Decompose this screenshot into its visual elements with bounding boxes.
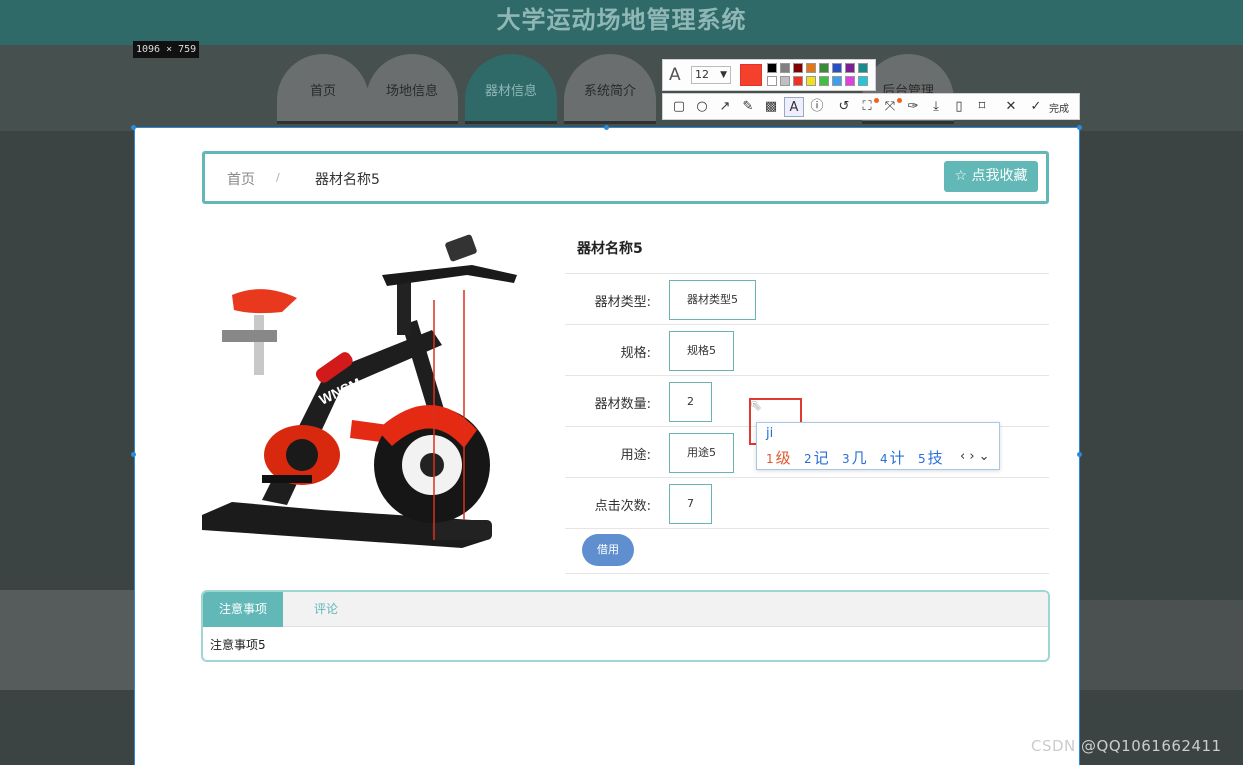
rectangle-icon[interactable]: ▢ (669, 97, 689, 117)
color-swatch[interactable] (832, 76, 842, 86)
field-label: 规格: (620, 346, 651, 361)
field-label: 用途: (620, 448, 651, 463)
font-size-select[interactable]: 12 ▼ (691, 66, 731, 84)
resize-handle[interactable] (604, 125, 609, 130)
ime-input-text: ji (766, 426, 774, 441)
pencil-icon[interactable]: ✎ (738, 97, 758, 117)
dropdown-arrow-icon: ▼ (720, 70, 727, 80)
save-icon[interactable]: ▯ (949, 97, 969, 117)
color-swatch[interactable] (806, 63, 816, 73)
field-value: 器材类型5 (669, 280, 756, 320)
current-color-swatch[interactable] (740, 64, 762, 86)
ime-candidate[interactable]: 4计 (880, 447, 905, 468)
field-value: 用途5 (669, 433, 734, 473)
equipment-details: 器材名称5 器材类型: 器材类型5 规格: 规格5 器材数量: 2 用途: 用途… (565, 220, 1049, 574)
annotation-toolbar: ▢ ○ ↗ ✎ ▩ A ⓘ ↺ ⛶ ⤧ ✑ ⤓ ▯ ⌑ ✕ ✓ 完成 (662, 93, 1080, 120)
text-style-toolbar: A 12 ▼ (662, 59, 876, 91)
ime-candidate[interactable]: 1级 (766, 447, 791, 468)
equipment-name: 器材名称5 (565, 220, 1049, 274)
ime-candidate[interactable]: 2记 (804, 447, 829, 468)
text-icon[interactable]: A (784, 97, 804, 117)
tab-notes[interactable]: 注意事项 (203, 592, 283, 627)
download-icon[interactable]: ⤓ (926, 97, 946, 117)
color-swatch[interactable] (858, 76, 868, 86)
resize-handle[interactable] (1077, 452, 1082, 457)
background-image-fragment (1080, 600, 1243, 690)
color-swatch[interactable] (819, 76, 829, 86)
mosaic-icon[interactable]: ▩ (761, 97, 781, 117)
color-swatch[interactable] (780, 63, 790, 73)
color-swatch[interactable] (767, 76, 777, 86)
ime-candidate[interactable]: 5技 (918, 447, 943, 468)
color-swatch[interactable] (845, 63, 855, 73)
font-size-value: 12 (695, 68, 709, 81)
detail-row-type: 器材类型: 器材类型5 (565, 274, 1049, 325)
detail-row-spec: 规格: 规格5 (565, 325, 1049, 376)
capture-size-label: 1096 × 759 (133, 41, 200, 58)
close-icon[interactable]: ✕ (1001, 97, 1021, 117)
field-label: 器材类型: (594, 295, 651, 310)
color-swatch[interactable] (780, 76, 790, 86)
tabs-header: 注意事项 评论 (203, 592, 1048, 627)
field-label: 器材数量: (594, 397, 651, 412)
site-title: 大学运动场地管理系统 (496, 6, 747, 34)
check-icon[interactable]: ✓ (1026, 97, 1046, 117)
number-icon[interactable]: ⓘ (807, 97, 827, 117)
info-tabs: 注意事项 评论 注意事项5 (201, 590, 1050, 662)
site-header: 大学运动场地管理系统 (0, 0, 1243, 45)
borrow-row: 借用 (565, 529, 1049, 574)
equipment-image: WNSM (202, 220, 552, 568)
resize-handle[interactable] (1077, 125, 1082, 130)
breadcrumb: 首页 / 器材名称5 ☆ 点我收藏 (202, 151, 1049, 204)
resize-handle[interactable] (131, 125, 136, 130)
pin-icon[interactable]: ✑ (903, 97, 923, 117)
badge-dot (874, 98, 879, 103)
bookmark-icon[interactable]: ⌑ (972, 97, 992, 117)
exercise-bike-illustration: WNSM (202, 234, 517, 548)
background-image-fragment (0, 590, 134, 690)
field-value: 2 (669, 382, 712, 422)
badge-dot (897, 98, 902, 103)
notes-content: 注意事项5 (210, 638, 266, 652)
breadcrumb-separator: / (276, 171, 280, 184)
ime-page-nav[interactable]: ‹ › ⌄ (960, 449, 990, 464)
color-swatch[interactable] (793, 63, 803, 73)
color-swatch[interactable] (845, 76, 855, 86)
field-value: 规格5 (669, 331, 734, 371)
field-label: 点击次数: (594, 499, 651, 514)
detail-row-quantity: 器材数量: 2 (565, 376, 1049, 427)
mouse-cursor-icon: ⇖ (750, 398, 762, 414)
done-button[interactable]: 完成 (1049, 100, 1069, 115)
ime-candidate[interactable]: 3几 (842, 447, 867, 468)
breadcrumb-current: 器材名称5 (315, 172, 380, 188)
ime-candidate-window: ji 1级 2记 3几 4计 5技 ‹ › ⌄ (756, 422, 1000, 470)
borrow-button[interactable]: 借用 (582, 534, 634, 566)
color-swatch[interactable] (819, 63, 829, 73)
color-swatch[interactable] (767, 63, 777, 73)
field-value: 7 (669, 484, 712, 524)
color-swatch[interactable] (858, 63, 868, 73)
resize-handle[interactable] (131, 452, 136, 457)
color-swatch[interactable] (832, 63, 842, 73)
arrow-icon[interactable]: ↗ (715, 97, 735, 117)
favorite-button[interactable]: ☆ 点我收藏 (944, 161, 1038, 192)
tab-comments[interactable]: 评论 (283, 592, 369, 627)
undo-icon[interactable]: ↺ (834, 97, 854, 117)
ellipse-icon[interactable]: ○ (692, 97, 712, 117)
font-icon: A (669, 65, 681, 85)
color-swatch[interactable] (806, 76, 816, 86)
color-swatch[interactable] (793, 76, 803, 86)
breadcrumb-home-link[interactable]: 首页 (227, 169, 255, 189)
watermark: CSDN @QQ1061662411 (1031, 737, 1222, 755)
detail-row-clicks: 点击次数: 7 (565, 478, 1049, 529)
